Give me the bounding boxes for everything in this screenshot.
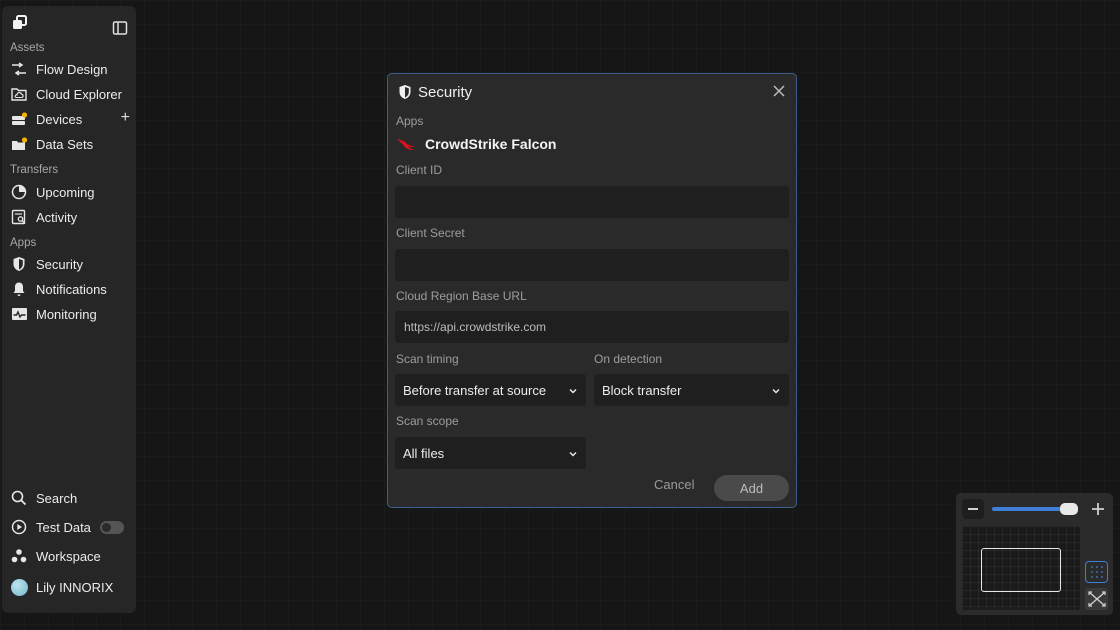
sidebar-item-devices[interactable]: Devices + <box>10 108 132 130</box>
chevron-down-icon <box>771 384 781 399</box>
client-secret-input[interactable] <box>395 249 789 281</box>
selected-app: CrowdStrike Falcon <box>396 136 556 152</box>
cancel-button[interactable]: Cancel <box>654 477 694 492</box>
sidebar-item-label: Data Sets <box>36 136 94 152</box>
security-dialog: Security Apps CrowdStrike Falcon Client … <box>387 73 797 508</box>
user-name: Lily INNORIX <box>36 579 114 595</box>
zoom-slider-handle[interactable] <box>1060 503 1078 515</box>
zoom-panel <box>956 493 1113 615</box>
sidebar-item-label: Activity <box>36 209 78 225</box>
cloud-folder-icon <box>10 86 28 102</box>
sidebar-item-cloud-explorer[interactable]: Cloud Explorer <box>10 83 132 105</box>
sidebar-item-upcoming[interactable]: Upcoming <box>10 181 132 203</box>
sidebar-item-label: Test Data <box>36 519 91 535</box>
minimap-viewport[interactable] <box>981 548 1061 592</box>
sidebar-item-label: Security <box>36 256 83 272</box>
data-sets-icon <box>10 136 28 152</box>
section-label-transfers: Transfers <box>10 164 59 176</box>
chevron-down-icon <box>568 447 578 462</box>
client-secret-label: Client Secret <box>396 226 465 240</box>
sidebar-item-label: Notifications <box>36 281 107 297</box>
scan-scope-value: All files <box>403 445 445 461</box>
devices-icon <box>10 111 28 127</box>
pie-clock-icon <box>10 184 28 200</box>
crowdstrike-falcon-icon <box>396 136 418 152</box>
scan-scope-select[interactable]: All files <box>395 437 586 469</box>
dialog-title-text: Security <box>418 83 473 101</box>
sidebar-item-label: Cloud Explorer <box>36 86 122 102</box>
sidebar-item-label: Workspace <box>36 548 101 564</box>
chevron-down-icon <box>568 384 578 399</box>
sidebar-item-workspace[interactable]: Workspace <box>10 545 132 567</box>
on-detection-label: On detection <box>594 352 663 366</box>
scan-timing-select[interactable]: Before transfer at source <box>395 374 586 406</box>
zoom-out-button[interactable] <box>962 499 984 519</box>
app-name: CrowdStrike Falcon <box>425 136 557 152</box>
add-device-icon[interactable]: + <box>121 109 130 127</box>
grid-icon[interactable] <box>1085 561 1108 583</box>
shield-icon <box>398 84 412 100</box>
avatar <box>10 578 28 596</box>
add-button[interactable]: Add <box>714 475 789 501</box>
search-icon <box>10 490 28 506</box>
on-detection-value: Block transfer <box>602 382 682 398</box>
dialog-title: Security <box>398 82 472 102</box>
zoom-in-button[interactable] <box>1088 499 1108 519</box>
sidebar-item-monitoring[interactable]: Monitoring <box>10 303 132 325</box>
on-detection-select[interactable]: Block transfer <box>594 374 789 406</box>
minimap[interactable] <box>962 526 1080 610</box>
scan-timing-value: Before transfer at source <box>403 382 547 398</box>
activity-icon <box>10 209 28 225</box>
scan-scope-label: Scan scope <box>396 414 459 428</box>
test-data-toggle[interactable] <box>100 521 124 534</box>
fit-view-icon[interactable] <box>1085 588 1108 610</box>
sidebar-item-security[interactable]: Security <box>10 253 132 275</box>
sidebar: Assets Flow Design Cloud Explorer Device… <box>2 6 136 613</box>
region-url-input[interactable] <box>395 311 789 343</box>
flow-icon <box>10 61 28 77</box>
avatar-wrapper <box>10 578 28 596</box>
region-url-label: Cloud Region Base URL <box>396 289 527 303</box>
close-icon[interactable] <box>772 84 786 98</box>
sidebar-item-search[interactable]: Search <box>10 487 132 509</box>
sidebar-item-label: Flow Design <box>36 61 108 77</box>
apps-label: Apps <box>396 114 424 128</box>
monitor-icon <box>10 306 28 322</box>
section-label-apps: Apps <box>10 237 37 249</box>
play-circle-icon <box>10 519 28 535</box>
workspace-icon <box>10 548 28 564</box>
sidebar-item-flow-design[interactable]: Flow Design <box>10 58 132 80</box>
sidebar-item-label: Devices <box>36 111 83 127</box>
sidebar-item-notifications[interactable]: Notifications <box>10 278 132 300</box>
sidebar-item-label: Search <box>36 490 78 506</box>
bell-icon <box>10 281 28 297</box>
shield-icon <box>10 256 28 272</box>
scan-timing-label: Scan timing <box>396 352 459 366</box>
sidebar-item-test-data[interactable]: Test Data <box>10 516 132 538</box>
section-label-assets: Assets <box>10 42 45 54</box>
client-id-input[interactable] <box>395 186 789 218</box>
sidebar-item-label: Monitoring <box>36 306 97 322</box>
sidebar-toggle-icon[interactable] <box>112 20 128 36</box>
sidebar-item-data-sets[interactable]: Data Sets <box>10 133 132 155</box>
app-logo-icon[interactable] <box>12 15 28 31</box>
sidebar-item-activity[interactable]: Activity <box>10 206 132 228</box>
sidebar-item-label: Upcoming <box>36 184 95 200</box>
sidebar-item-user[interactable]: Lily INNORIX <box>10 576 132 598</box>
client-id-label: Client ID <box>396 163 443 177</box>
